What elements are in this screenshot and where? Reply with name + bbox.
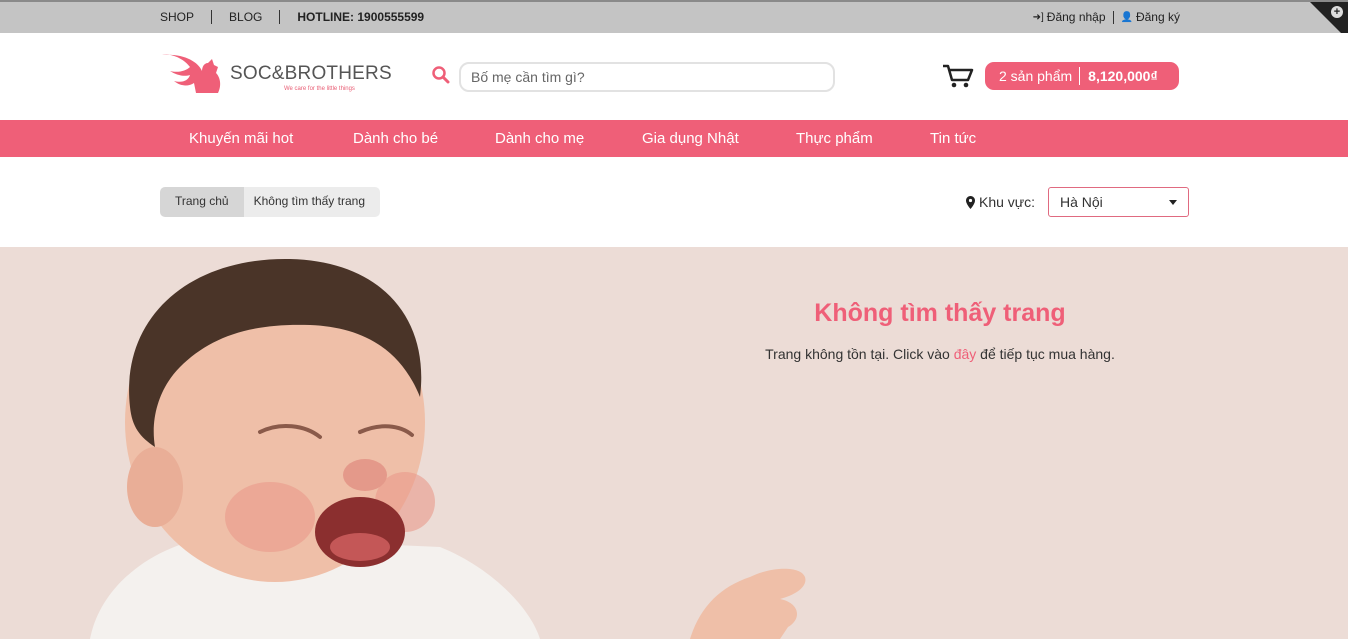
user-plus-icon: 👤: [1120, 11, 1133, 23]
search-input[interactable]: [459, 62, 835, 92]
error-message-text: Trang không tồn tại. Click vào: [765, 346, 954, 362]
region-label-group: Khu vực:: [966, 187, 1035, 217]
plus-circle-icon[interactable]: +: [1331, 6, 1343, 18]
logo[interactable]: SOC&BROTHERS We care for the little thin…: [160, 53, 392, 98]
login-link[interactable]: Đăng nhập: [1047, 10, 1106, 24]
not-found-hero: Không tìm thấy trang Trang không tồn tại…: [0, 247, 1348, 639]
map-pin-icon: [966, 195, 975, 209]
top-bar: SHOP BLOG HOTLINE: 1900555599 ➜] Đăng nh…: [0, 0, 1348, 40]
brand-tagline: We care for the little things: [284, 86, 355, 92]
blog-link[interactable]: BLOG: [211, 10, 279, 24]
account-links: ➜] Đăng nhập 👤 Đăng ký: [1033, 10, 1180, 24]
cart-total: 8,120,000₫: [1088, 68, 1158, 84]
breadcrumb: Trang chủ Không tìm thấy trang: [160, 187, 380, 217]
main-nav: Khuyến mãi hot Dành cho bé Dành cho mẹ G…: [0, 120, 1348, 157]
region-select[interactable]: Hà Nội: [1048, 187, 1189, 217]
header: SOC&BROTHERS We care for the little thin…: [0, 33, 1348, 120]
login-icon: ➜]: [1032, 11, 1044, 23]
divider: [1112, 10, 1114, 24]
continue-shopping-link[interactable]: đây: [954, 346, 977, 362]
register-link[interactable]: Đăng ký: [1136, 10, 1180, 24]
nav-item-for-baby[interactable]: Dành cho bé: [353, 130, 438, 147]
region-selected: Hà Nội: [1060, 194, 1103, 210]
nav-item-promotions[interactable]: Khuyến mãi hot: [189, 130, 293, 147]
nav-item-news[interactable]: Tin tức: [930, 130, 976, 147]
nav-item-for-mom[interactable]: Dành cho mẹ: [495, 130, 584, 147]
shop-link[interactable]: SHOP: [160, 10, 211, 24]
error-title: Không tìm thấy trang: [814, 299, 1066, 327]
breadcrumb-current: Không tìm thấy trang: [243, 187, 380, 217]
hotline-text: HOTLINE: 1900555599: [279, 10, 441, 24]
nav-item-japanese-household[interactable]: Gia dụng Nhật: [642, 130, 739, 147]
brand-name: SOC&BROTHERS: [230, 63, 392, 84]
region-label: Khu vực:: [979, 194, 1036, 210]
cart-count: 2 sản phẩm: [999, 68, 1073, 84]
chevron-down-icon: [1169, 200, 1177, 205]
top-links: SHOP BLOG HOTLINE: 1900555599: [160, 10, 441, 24]
cart-summary-button[interactable]: 2 sản phẩm 8,120,000₫: [985, 62, 1179, 90]
search-icon[interactable]: [432, 66, 450, 84]
nav-item-food[interactable]: Thực phẩm: [796, 130, 873, 147]
error-message: Trang không tồn tại. Click vào đây để ti…: [700, 346, 1180, 362]
cart-icon[interactable]: [942, 63, 974, 89]
breadcrumb-home[interactable]: Trang chủ: [160, 187, 244, 217]
error-message-text-end: để tiếp tục mua hàng.: [976, 346, 1115, 362]
squirrel-logo-icon: [162, 54, 221, 93]
